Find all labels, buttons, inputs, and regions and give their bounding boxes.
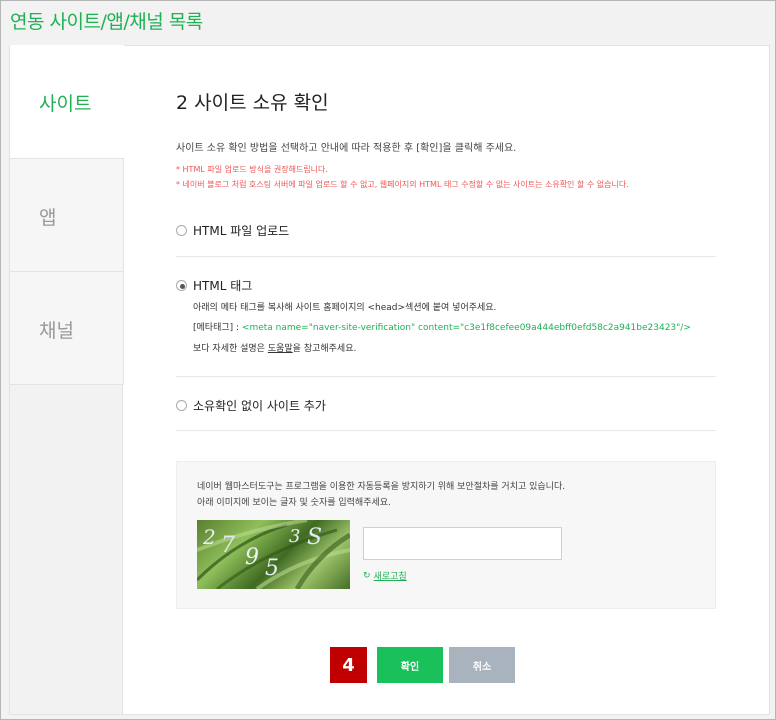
- captcha-input[interactable]: [363, 527, 562, 560]
- sidebar-filler: [10, 385, 123, 714]
- option-html-tag-label: HTML 태그: [193, 279, 253, 293]
- tab-site[interactable]: 사이트: [9, 45, 124, 158]
- refresh-label: 새로고침: [373, 572, 407, 582]
- radio-html-tag[interactable]: [176, 280, 187, 291]
- tab-site-label: 사이트: [39, 93, 92, 115]
- meta-tag-prefix: [메타태그] :: [193, 323, 242, 333]
- html-tag-instruction: 아래의 메타 태그를 복사해 사이트 홈페이지의 <head>섹션에 붙여 넣어…: [193, 303, 497, 313]
- captcha-text-line1: 네이버 웹마스터도구는 프로그램을 이용한 자동등록을 방지하기 위해 보안절차…: [197, 482, 566, 492]
- captcha-image: 2 7 9 5 3 S: [197, 520, 350, 589]
- warning-blog: * 네이버 블로그 처럼 호스팅 서버에 파일 업로드 할 수 없고, 웹페이지…: [176, 180, 629, 189]
- svg-text:9: 9: [245, 545, 259, 570]
- step-badge: 4: [330, 647, 367, 683]
- refresh-link[interactable]: ↻ 새로고침: [363, 569, 407, 583]
- tab-app-label: 앱: [39, 207, 57, 229]
- help-before: 보다 자세한 설명은: [193, 344, 268, 354]
- warning-recommend: * HTML 파일 업로드 방식을 권장해드립니다.: [176, 165, 328, 174]
- svg-text:7: 7: [221, 533, 235, 558]
- captcha-text-line2: 아래 이미지에 보이는 글자 및 숫자를 입력해주세요.: [197, 498, 391, 508]
- divider: [176, 376, 716, 377]
- svg-text:3: 3: [289, 526, 300, 547]
- meta-tag-value[interactable]: <meta name="naver-site-verification" con…: [242, 323, 691, 333]
- option-html-file[interactable]: HTML 파일 업로드: [176, 222, 716, 239]
- radio-html-file[interactable]: [176, 225, 187, 236]
- svg-text:S: S: [307, 525, 322, 550]
- option-html-file-label: HTML 파일 업로드: [193, 224, 290, 238]
- svg-text:2: 2: [202, 525, 216, 549]
- divider: [176, 430, 716, 431]
- step-description: 사이트 소유 확인 방법을 선택하고 안내에 따라 적용한 후 [확인]을 클릭…: [176, 143, 517, 154]
- help-after: 을 참고해주세요.: [292, 344, 357, 354]
- option-no-verify[interactable]: 소유확인 없이 사이트 추가: [176, 397, 716, 414]
- tab-channel-label: 채널: [39, 320, 74, 342]
- captcha-leaves: 2 7 9 5 3 S: [197, 520, 350, 589]
- confirm-button[interactable]: 확인: [377, 647, 443, 683]
- tab-app[interactable]: 앱: [9, 158, 124, 272]
- divider: [176, 256, 716, 257]
- radio-no-verify[interactable]: [176, 400, 187, 411]
- page-title: 연동 사이트/앱/채널 목록: [10, 11, 203, 33]
- step-title: 2 사이트 소유 확인: [176, 92, 329, 114]
- help-line: 보다 자세한 설명은 도움말을 참고해주세요.: [193, 339, 356, 360]
- option-html-tag[interactable]: HTML 태그: [176, 277, 716, 294]
- help-link[interactable]: 도움말: [268, 344, 293, 354]
- option-no-verify-label: 소유확인 없이 사이트 추가: [193, 399, 326, 413]
- meta-tag-line: [메타태그] : <meta name="naver-site-verifica…: [193, 318, 691, 339]
- tab-channel[interactable]: 채널: [9, 271, 124, 385]
- step-header: 2 사이트 소유 확인 사이트 소유 확인 방법을 선택하고 안내에 따라 적용…: [176, 88, 716, 192]
- refresh-icon: ↻: [363, 570, 371, 581]
- cancel-button[interactable]: 취소: [449, 647, 515, 683]
- captcha-box: 네이버 웹마스터도구는 프로그램을 이용한 자동등록을 방지하기 위해 보안절차…: [176, 461, 716, 609]
- svg-text:5: 5: [265, 556, 279, 581]
- captcha-text: 네이버 웹마스터도구는 프로그램을 이용한 자동등록을 방지하기 위해 보안절차…: [197, 479, 565, 511]
